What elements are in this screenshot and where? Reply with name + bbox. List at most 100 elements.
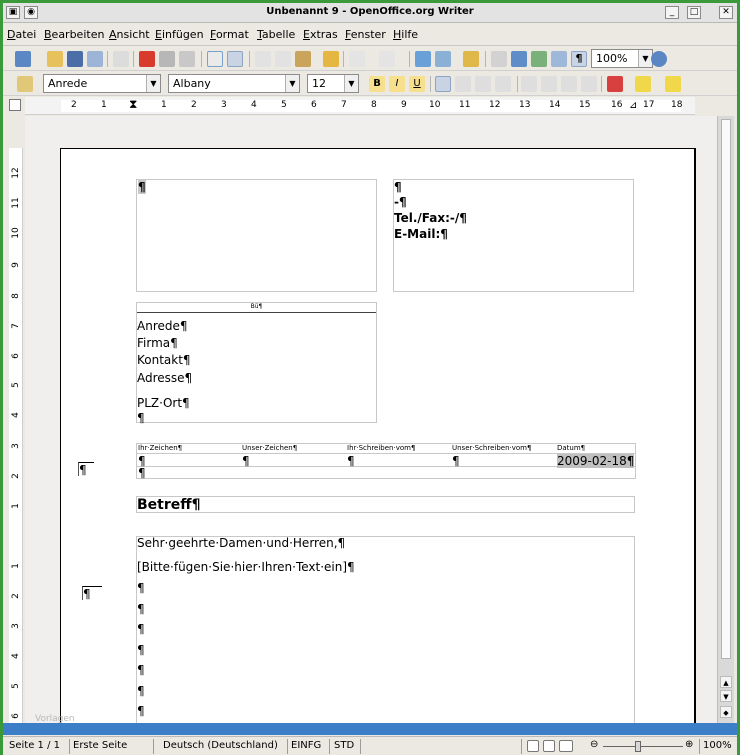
page-style[interactable]: Erste Seite (73, 740, 127, 751)
redo-icon[interactable] (379, 51, 395, 67)
vertical-ruler[interactable]: 12 11 10 9 8 7 6 5 4 3 2 1 1 2 3 4 5 6 (9, 148, 23, 723)
email-icon[interactable] (87, 51, 103, 67)
body-placeholder[interactable]: [Bitte·fügen·Sie·hier·Ihren·Text·ein]¶ (137, 560, 355, 574)
body-frame[interactable]: Sehr·geehrte·Damen·und·Herren,¶ [Bitte·f… (136, 536, 635, 723)
book-view-icon[interactable] (559, 740, 573, 752)
empty-paragraph[interactable]: ¶ (137, 581, 145, 595)
reference-table[interactable]: Ihr·Zeichen¶ Unser·Zeichen¶ Ihr·Schreibe… (136, 443, 636, 480)
cut-icon[interactable] (255, 51, 271, 67)
decrease-indent-icon[interactable] (561, 76, 577, 92)
maximize-button[interactable]: □ (687, 6, 701, 19)
scrollbar-thumb[interactable] (721, 119, 731, 659)
single-page-view-icon[interactable] (527, 740, 539, 752)
selection-mode[interactable]: STD (334, 740, 354, 751)
recipient-contact[interactable]: Kontakt¶ (137, 353, 191, 367)
table-icon[interactable] (435, 51, 451, 67)
fold-mark-2[interactable]: ¶ (82, 586, 102, 601)
zoom-in-icon[interactable]: ⊕ (685, 739, 693, 750)
font-name-combo[interactable]: Albany ▼ (168, 74, 300, 93)
scroll-up-icon[interactable]: ▲ (720, 676, 732, 688)
undo-icon[interactable] (349, 51, 365, 67)
recipient-address[interactable]: Adresse¶ (137, 371, 192, 385)
find-replace-icon[interactable] (491, 51, 507, 67)
menu-extras[interactable]: Extras (303, 28, 338, 41)
page-count[interactable]: Seite 1 / 1 (9, 740, 60, 751)
zoom-out-icon[interactable]: ⊖ (590, 739, 598, 750)
ref-header-date[interactable]: Datum¶ (557, 444, 585, 452)
horizontal-scrollbar[interactable] (3, 723, 737, 735)
menu-tabelle[interactable]: Tabelle (257, 28, 295, 41)
paste-icon[interactable] (295, 51, 311, 67)
styles-formatting-icon[interactable] (17, 76, 33, 92)
numbering-icon[interactable] (521, 76, 537, 92)
recipient-company[interactable]: Firma¶ (137, 336, 178, 350)
right-indent-marker-icon[interactable]: ⊿ (629, 100, 637, 111)
recipient-salutation[interactable]: Anrede¶ (137, 319, 188, 333)
fold-mark-1[interactable]: ¶ (78, 462, 94, 477)
menu-bearbeiten[interactable]: Bearbeiten (44, 28, 104, 41)
sender-email-line[interactable]: E-Mail:¶ (394, 227, 448, 241)
horizontal-ruler[interactable]: 2 1 ⧗ 1 2 3 4 5 6 7 8 9 10 11 12 13 14 1… (25, 97, 695, 115)
insert-mode[interactable]: EINFG (291, 740, 321, 751)
empty-paragraph[interactable]: ¶ (137, 663, 145, 677)
help-icon[interactable] (651, 51, 667, 67)
recipient-zip-city[interactable]: PLZ·Ort¶ (137, 396, 190, 410)
background-color-icon[interactable] (665, 76, 681, 92)
font-size-combo[interactable]: 12 ▼ (307, 74, 359, 93)
recipient-empty[interactable]: ¶ (137, 411, 145, 425)
sender-line[interactable]: ¶ (394, 180, 402, 194)
sender-frame[interactable]: ¶ -¶ Tel./Fax:-/¶ E-Mail:¶ (393, 179, 634, 292)
menu-ansicht[interactable]: Ansicht (109, 28, 150, 41)
reference-extra-paragraph[interactable]: ¶ (138, 466, 146, 480)
align-left-icon[interactable] (435, 76, 451, 92)
copy-icon[interactable] (275, 51, 291, 67)
save-icon[interactable] (67, 51, 83, 67)
sender-line[interactable]: -¶ (394, 195, 407, 209)
ref-value-our-sign[interactable]: ¶ (242, 454, 250, 468)
logo-frame[interactable]: ¶ (136, 179, 377, 292)
clone-formatting-icon[interactable] (323, 51, 339, 67)
font-color-icon[interactable] (607, 76, 623, 92)
empty-paragraph[interactable]: ¶ (137, 622, 145, 636)
bullets-icon[interactable] (541, 76, 557, 92)
page-navigation-icon[interactable]: ◆ (720, 706, 732, 718)
export-pdf-icon[interactable] (139, 51, 155, 67)
multi-page-view-icon[interactable] (543, 740, 555, 752)
return-address[interactable]: Bü¶ (137, 303, 376, 313)
edit-file-icon[interactable] (113, 51, 129, 67)
salutation-line[interactable]: Sehr·geehrte·Damen·und·Herren,¶ (137, 536, 345, 550)
justify-icon[interactable] (495, 76, 511, 92)
empty-paragraph[interactable]: ¶ (137, 643, 145, 657)
highlighting-icon[interactable] (635, 76, 651, 92)
increase-indent-icon[interactable] (581, 76, 597, 92)
formatting-marks-icon[interactable]: ¶ (571, 51, 587, 67)
tab-type-selector[interactable] (9, 99, 21, 111)
sender-phone-line[interactable]: Tel./Fax:-/¶ (394, 211, 467, 225)
empty-paragraph[interactable]: ¶ (137, 602, 145, 616)
hyperlink-icon[interactable] (415, 51, 431, 67)
zoom-combo[interactable]: 100% ▼ (591, 49, 653, 68)
menu-fenster[interactable]: Fenster (345, 28, 386, 41)
indent-marker-icon[interactable]: ⧗ (129, 97, 137, 112)
italic-icon[interactable]: I (389, 76, 405, 92)
open-icon[interactable] (47, 51, 63, 67)
underline-icon[interactable]: U (409, 76, 425, 92)
ref-value-your-letter[interactable]: ¶ (347, 454, 355, 468)
zoom-slider-handle[interactable] (635, 741, 641, 752)
subject-line[interactable]: Betreff¶ (137, 497, 201, 513)
page-preview-icon[interactable] (179, 51, 195, 67)
ref-header-our-letter[interactable]: Unser·Schreiben·vom¶ (452, 444, 531, 452)
align-center-icon[interactable] (455, 76, 471, 92)
ref-header-your-letter[interactable]: Ihr·Schreiben·vom¶ (347, 444, 415, 452)
auto-spellcheck-icon[interactable] (227, 51, 243, 67)
empty-paragraph[interactable]: ¶ (137, 704, 145, 718)
empty-paragraph[interactable]: ¶ (137, 684, 145, 698)
document-page[interactable]: ¶ ¶ -¶ Tel./Fax:-/¶ E-Mail:¶ Bü¶ Anrede¶… (60, 148, 696, 723)
scroll-down-icon[interactable]: ▼ (720, 690, 732, 702)
spellcheck-icon[interactable] (207, 51, 223, 67)
menu-format[interactable]: Format (210, 28, 249, 41)
navigator-icon[interactable] (511, 51, 527, 67)
document-area[interactable]: ¶ ¶ -¶ Tel./Fax:-/¶ E-Mail:¶ Bü¶ Anrede¶… (25, 116, 717, 723)
show-draw-functions-icon[interactable] (463, 51, 479, 67)
ref-header-your-sign[interactable]: Ihr·Zeichen¶ (138, 444, 182, 452)
